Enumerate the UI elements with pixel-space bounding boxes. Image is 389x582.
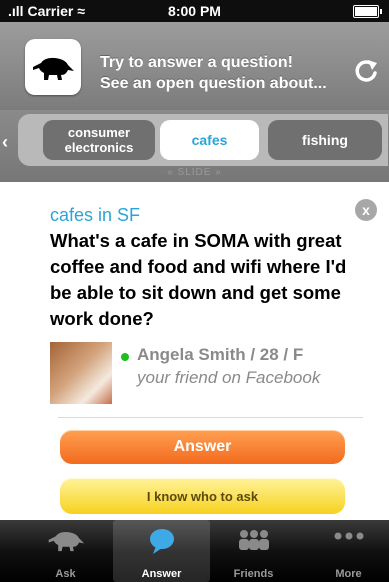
header-prompt[interactable]: Try to answer a question! See an open qu… [100,52,327,94]
tab-answer[interactable]: Answer [113,520,210,582]
category-chip-fishing[interactable]: fishing [268,120,382,160]
aardvark-icon [17,526,114,556]
question-text: What's a cafe in SOMA with great coffee … [50,230,347,329]
close-icon[interactable]: x [355,199,377,221]
tab-more-label: More [335,568,362,580]
prompt-line-1: Try to answer a question! [100,54,293,71]
tab-friends[interactable]: Friends [205,520,302,582]
slider-left-arrow-icon[interactable]: ‹ [2,132,8,153]
question-topic[interactable]: cafes in SF [50,205,140,226]
status-bar: .ıll Carrier ≈ 8:00 PM [0,0,389,22]
question-card: cafes in SF x What's a cafe in SOMA with… [0,182,389,520]
slide-hint: « SLIDE » [167,167,222,178]
asker-relation: your friend on Facebook [137,368,321,387]
app-header: Try to answer a question! See an open qu… [0,22,389,110]
tab-answer-label: Answer [141,568,182,580]
prompt-line-2: See an open question about... [100,75,327,92]
people-icon [205,526,302,556]
category-chip-consumer-electronics[interactable]: consumer electronics [43,120,155,160]
tab-bar: Ask Answer Friends More [0,520,389,582]
asker-name: Angela Smith / 28 / F [137,345,304,364]
aardvark-logo-icon [25,39,81,95]
tab-friends-label: Friends [233,568,274,580]
answer-button[interactable]: Answer [60,430,345,464]
refresh-icon[interactable] [351,56,381,86]
know-who-to-ask-button[interactable]: I know who to ask [60,478,345,514]
speech-bubble-icon [113,526,210,556]
category-slider[interactable]: ‹ consumer electronics cafes fishing « S… [0,110,389,182]
ellipsis-icon [300,526,389,556]
category-chip-cafes[interactable]: cafes [160,120,259,160]
tab-ask[interactable]: Ask [17,520,114,582]
divider [58,417,363,418]
status-time: 8:00 PM [168,3,221,19]
asker-avatar[interactable] [50,342,112,404]
tab-more[interactable]: More [300,520,389,582]
online-status-icon [121,353,129,361]
battery-icon [353,5,382,18]
tab-ask-label: Ask [55,568,76,580]
